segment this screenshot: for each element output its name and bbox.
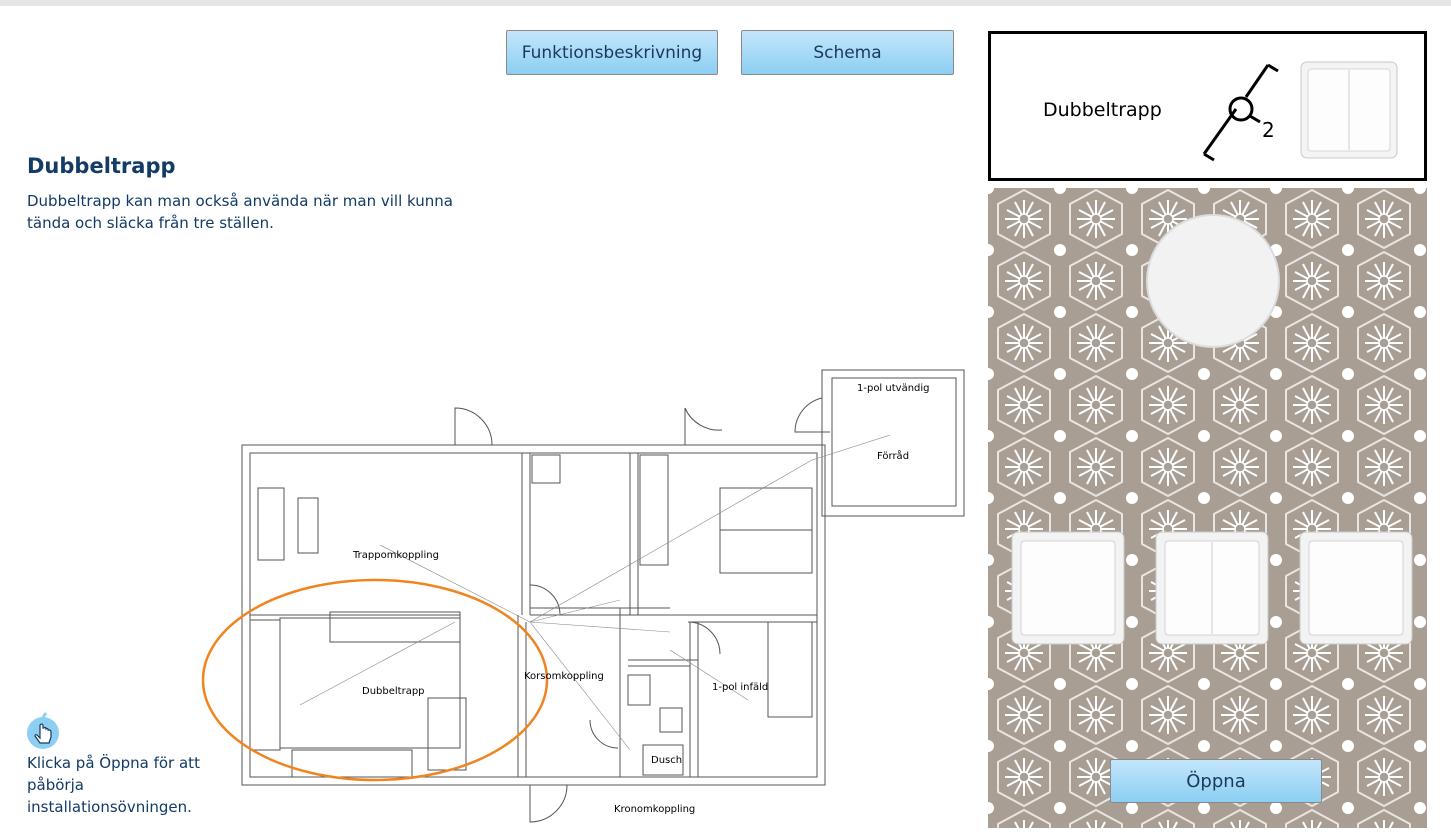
switch-middle-double bbox=[1155, 531, 1269, 645]
label-kronomkoppling: Kronomkoppling bbox=[614, 804, 695, 815]
top-bar bbox=[0, 0, 1451, 6]
switch-right bbox=[1299, 531, 1413, 645]
symbol-panel: Dubbeltrapp 2 bbox=[988, 31, 1427, 181]
label-1pol-infald: 1-pol infäld bbox=[712, 682, 768, 693]
floor-plan: Trappomkoppling Dubbeltrapp Korsomkoppli… bbox=[201, 369, 965, 823]
label-1pol-utvandig: 1-pol utvändig bbox=[857, 383, 930, 394]
wall-preview bbox=[988, 188, 1427, 828]
schema-button[interactable]: Schema bbox=[741, 30, 954, 75]
label-korsomkoppling: Korsomkoppling bbox=[524, 671, 604, 682]
symbol-number: 2 bbox=[1262, 118, 1275, 142]
pointer-hand-icon bbox=[27, 712, 59, 749]
label-forrad: Förråd bbox=[877, 449, 909, 462]
label-trappomkoppling: Trappomkoppling bbox=[352, 550, 439, 561]
description-text: Dubbeltrapp kan man också använda när ma… bbox=[27, 192, 453, 232]
switch-left bbox=[1011, 531, 1125, 645]
label-dubbeltrapp: Dubbeltrapp bbox=[362, 686, 425, 697]
open-button[interactable]: Öppna bbox=[1110, 759, 1322, 803]
symbol-label: Dubbeltrapp bbox=[1043, 99, 1162, 121]
instruction-hint: Klicka på Öppna för att påbörja installa… bbox=[27, 754, 200, 816]
page-title: Dubbeltrapp bbox=[27, 154, 176, 178]
double-switch-icon bbox=[1300, 61, 1398, 159]
ceiling-lamp bbox=[1146, 214, 1280, 348]
function-description-button[interactable]: Funktionsbeskrivning bbox=[506, 30, 718, 75]
label-dusch: Dusch bbox=[651, 755, 682, 766]
dubbeltrapp-symbol-icon: 2 bbox=[1202, 63, 1279, 162]
